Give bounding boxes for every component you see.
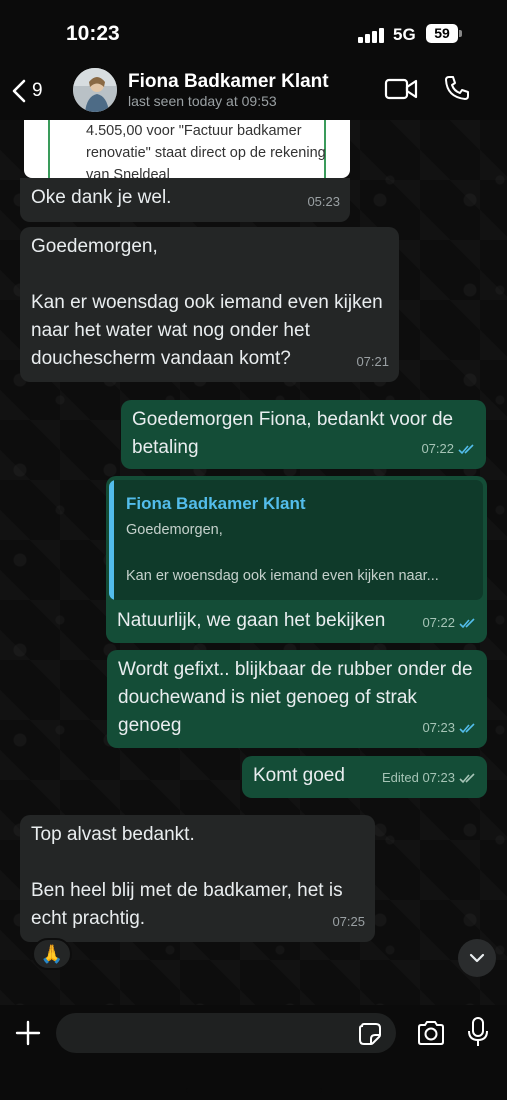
unread-count: 9 xyxy=(32,80,43,101)
message-time: 07:21 xyxy=(356,354,389,369)
avatar[interactable] xyxy=(73,68,117,112)
message-composer xyxy=(0,1005,507,1100)
message-meta: 07:21 xyxy=(356,348,389,376)
message-text: Oke dank je wel. xyxy=(31,187,172,208)
message-bubble-outgoing[interactable]: Wordt gefixt.. blijkbaar de rubber onder… xyxy=(107,650,487,748)
phone-icon[interactable] xyxy=(443,74,471,102)
message-time: 07:22 xyxy=(422,615,455,630)
message-text-line: Top alvast bedankt. xyxy=(31,824,195,845)
sticker-icon[interactable] xyxy=(358,1022,382,1046)
message-text: Wordt gefixt.. blijkbaar de rubber onder… xyxy=(118,659,473,736)
chevron-left-icon xyxy=(12,79,26,103)
message-time: 07:22 xyxy=(421,441,454,456)
quoted-text: Kan er woensdag ook iemand even kijken n… xyxy=(126,568,439,584)
video-call-icon[interactable] xyxy=(384,76,418,102)
read-receipt-icon xyxy=(459,722,475,733)
message-text-line: Ben heel blij met de badkamer, het is ec… xyxy=(31,880,343,929)
message-reaction[interactable]: 🙏 xyxy=(32,938,72,970)
delivered-receipt-icon xyxy=(459,772,475,783)
signal-icon xyxy=(358,27,386,43)
message-bubble-incoming[interactable]: Goedemorgen, Kan er woensdag ook iemand … xyxy=(20,227,399,382)
camera-icon[interactable] xyxy=(416,1019,446,1047)
contact-name[interactable]: Fiona Badkamer Klant xyxy=(128,71,329,93)
network-type: 5G xyxy=(393,25,416,44)
shared-document-preview[interactable]: 4.505,00 voor "Factuur badkamer renovati… xyxy=(24,114,350,178)
message-bubble-incoming[interactable]: Top alvast bedankt. Ben heel blij met de… xyxy=(20,815,375,942)
quoted-reply[interactable]: Fiona Badkamer Klant Goedemorgen, Kan er… xyxy=(109,480,483,600)
message-meta: 07:22 xyxy=(422,609,477,637)
message-text: Natuurlijk, we gaan het bekijken xyxy=(117,610,386,631)
status-bar: 10:23 5G 59 xyxy=(0,0,507,62)
message-text: Goedemorgen Fiona, bedankt voor de betal… xyxy=(132,409,454,458)
message-time: 05:23 xyxy=(307,194,340,209)
contact-photo xyxy=(73,68,117,112)
document-preview-text: 4.505,00 voor "Factuur badkamer renovati… xyxy=(86,123,326,178)
message-meta: 07:25 xyxy=(332,908,365,936)
message-time: 07:23 xyxy=(422,720,455,735)
back-button[interactable]: 9 xyxy=(12,74,43,108)
home-indicator xyxy=(186,1088,322,1093)
message-bubble-incoming[interactable]: Oke dank je wel. 05:23 xyxy=(20,178,350,222)
message-time: 07:25 xyxy=(332,914,365,929)
message-input[interactable] xyxy=(56,1013,396,1053)
message-text-line: Goedemorgen, xyxy=(31,236,158,257)
quoted-text: Goedemorgen, xyxy=(126,522,223,538)
battery-tip xyxy=(459,30,462,37)
message-meta: 07:22 xyxy=(421,435,476,463)
plus-icon[interactable] xyxy=(14,1019,42,1047)
chat-header: 9 Fiona Badkamer Klant last seen today a… xyxy=(0,62,507,120)
message-meta: Edited 07:23 xyxy=(382,764,477,792)
message-time: Edited 07:23 xyxy=(381,770,455,785)
message-meta: 05:23 xyxy=(307,188,340,216)
message-bubble-outgoing[interactable]: Goedemorgen Fiona, bedankt voor de betal… xyxy=(121,400,486,469)
quoted-author: Fiona Badkamer Klant xyxy=(126,494,306,513)
chevron-down-icon xyxy=(469,953,485,963)
message-bubble-outgoing[interactable]: Komt goed Edited 07:23 xyxy=(242,756,487,798)
scroll-to-bottom-button[interactable] xyxy=(458,939,496,977)
card-border-left xyxy=(48,114,50,178)
quote-stripe xyxy=(109,480,114,600)
read-receipt-icon xyxy=(459,617,475,628)
message-text: Komt goed xyxy=(253,765,345,786)
message-text-line: Kan er woensdag ook iemand even kijken n… xyxy=(31,292,383,369)
status-time: 10:23 xyxy=(66,22,120,45)
read-receipt-icon xyxy=(458,443,474,454)
message-meta: 07:23 xyxy=(422,714,477,742)
last-seen-status: last seen today at 09:53 xyxy=(128,93,277,109)
battery-icon: 59 xyxy=(426,24,458,43)
microphone-icon[interactable] xyxy=(467,1016,489,1048)
